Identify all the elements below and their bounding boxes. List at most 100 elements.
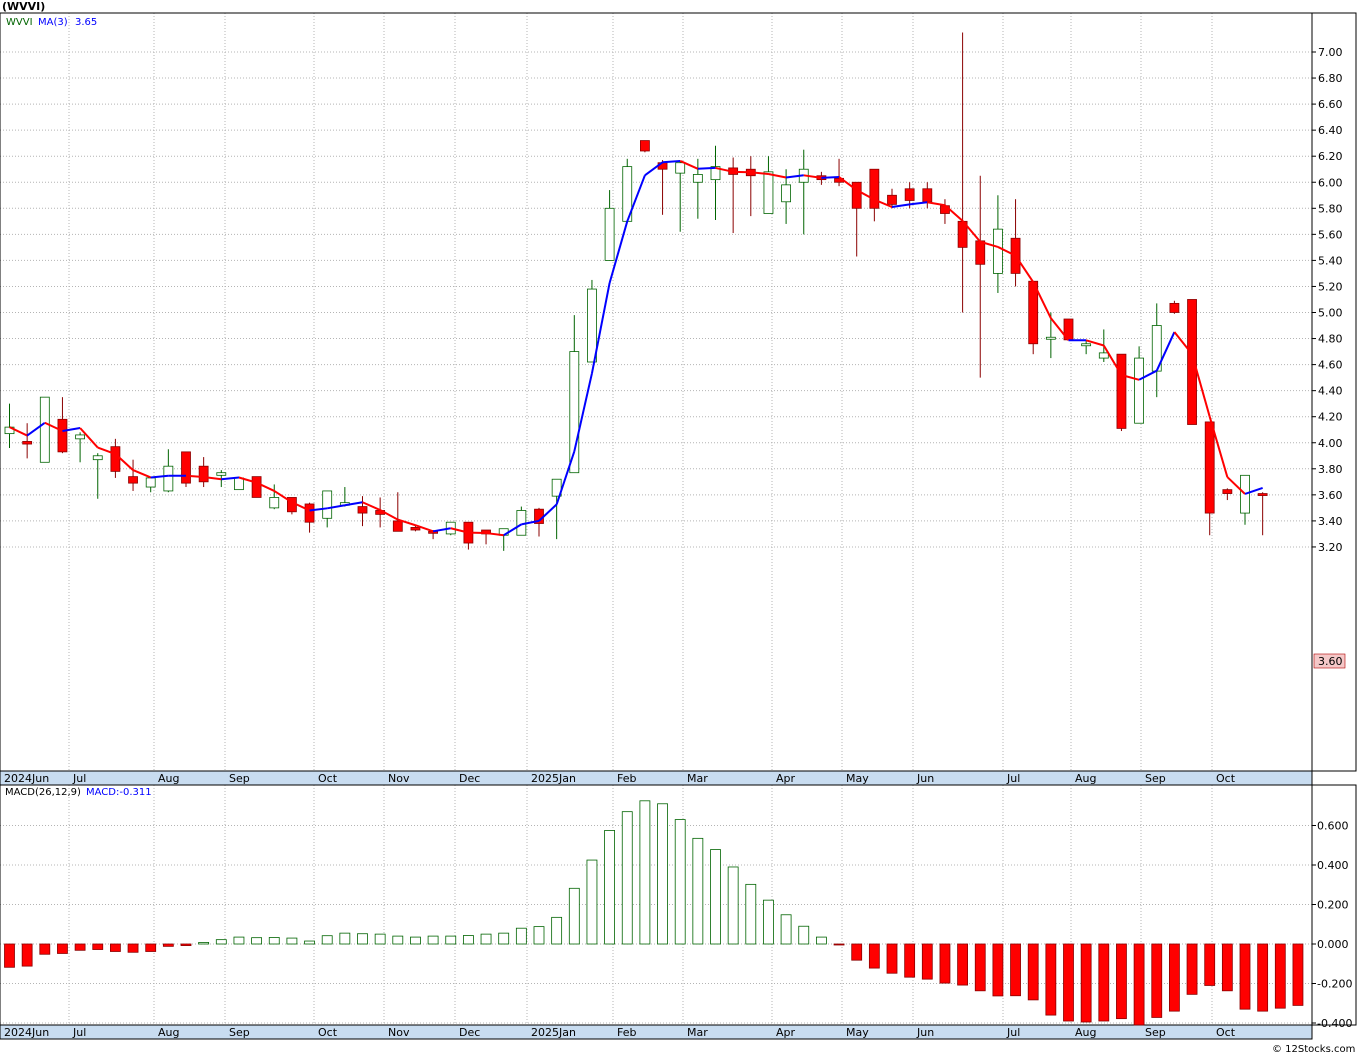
candle-body [198,465,209,483]
candle-body [234,477,244,491]
macd-bar [1221,943,1233,992]
macd-bar [657,803,668,945]
candle [269,484,280,510]
price-tick-label: 5.00 [1318,307,1343,320]
candle-body [1134,357,1144,424]
candle-body [410,527,421,531]
candle-body [904,188,915,201]
candle-body [763,171,774,214]
candle-body [675,162,686,174]
macd-x-label: Aug [158,1026,179,1039]
price-tick-label: 6.20 [1318,150,1343,163]
candle [1169,300,1180,314]
macd-bar [392,935,404,945]
candle [181,451,191,488]
ma-segment [927,201,946,207]
macd-x-axis-band [0,1024,1313,1040]
candle [251,476,262,498]
candle [1134,346,1144,424]
macd-bar [533,926,545,945]
candle [463,521,474,550]
candle-body [163,465,174,492]
price-x-label: Oct [318,772,338,785]
price-x-label: Feb [617,772,636,785]
candle [339,487,350,507]
macd-bar [74,943,86,951]
price-tick-label: 4.80 [1318,333,1343,346]
macd-bar [339,932,351,945]
candle [957,32,968,313]
macd-bar [427,935,439,945]
macd-bar [357,933,368,945]
candle [745,156,756,217]
candle-body [922,188,933,203]
ma-segment [185,474,204,479]
macd-bar [215,939,227,945]
macd-bar [851,943,863,961]
macd-tick-label: -0.400 [1317,1017,1352,1030]
candle-body [181,451,191,484]
macd-bar [1098,943,1110,1022]
macd-bar [445,935,457,945]
macd-bar [816,936,827,945]
candle [940,199,950,224]
candle [145,476,156,493]
candle [728,157,739,234]
macd-tick-label: 0.200 [1317,899,1349,912]
candle [1116,353,1127,432]
legend-symbol: WVVI [6,17,33,28]
macd-bar [127,943,139,953]
ma-segment [697,166,716,170]
price-tick-label: 3.20 [1318,541,1343,554]
candle [498,528,509,551]
candle-body [975,240,986,265]
macd-bar [515,927,527,945]
price-tick-label: 6.00 [1318,176,1343,189]
last-price-tag-text: 3.60 [1318,655,1343,668]
chart-title: (WVVI) [2,0,45,13]
price-tick-label: 4.40 [1318,385,1343,398]
price-chart: 3.20 3.40 3.60 3.80 4.00 4.20 4.40 4.60 4.80 5.00… [0,0,1357,1055]
price-tick-label: 3.40 [1318,515,1343,528]
macd-x-label: Apr [776,1026,796,1039]
macd-bar [1027,943,1039,1001]
macd-x-label: 2025Jan [531,1026,576,1039]
candle [1010,199,1021,287]
macd-bar [1045,943,1057,1016]
price-tick-label: 3.60 [1318,489,1343,502]
macd-x-label: Aug [1075,1026,1096,1039]
candle [22,423,33,459]
price-x-label: Apr [776,772,796,785]
macd-bar [886,943,898,974]
macd-bar [745,883,757,945]
ma-segment [379,509,399,521]
macd-bar [110,943,121,952]
macd-histogram [4,800,1304,1026]
macd-bar [410,936,421,945]
macd-tick-label: 0.400 [1317,859,1349,872]
legend-ma-value: 3.65 [75,17,97,28]
macd-bar [180,943,192,946]
candle-body [1169,302,1180,313]
price-x-label: Mar [687,772,708,785]
macd-bar [1063,943,1074,1022]
macd-bar [321,935,333,945]
macd-bar [1292,943,1304,1006]
macd-bar [939,943,951,984]
footer-credit: © 12Stocks.com [1272,1044,1355,1055]
price-x-label: Dec [459,772,480,785]
price-x-label: 2025Jan [531,772,576,785]
macd-bar [692,837,704,945]
price-panel-frame [0,12,1313,772]
candle-body [781,184,791,203]
candle-body [1116,353,1127,429]
macd-bar [251,937,263,945]
macd-bar [904,943,916,978]
candle [993,195,1003,293]
price-x-label: Aug [1075,772,1096,785]
candle-body [1081,343,1092,347]
macd-bar [286,937,298,945]
moving-average-line [9,159,1263,537]
candle-body [851,181,862,209]
price-x-label: Oct [1216,772,1236,785]
